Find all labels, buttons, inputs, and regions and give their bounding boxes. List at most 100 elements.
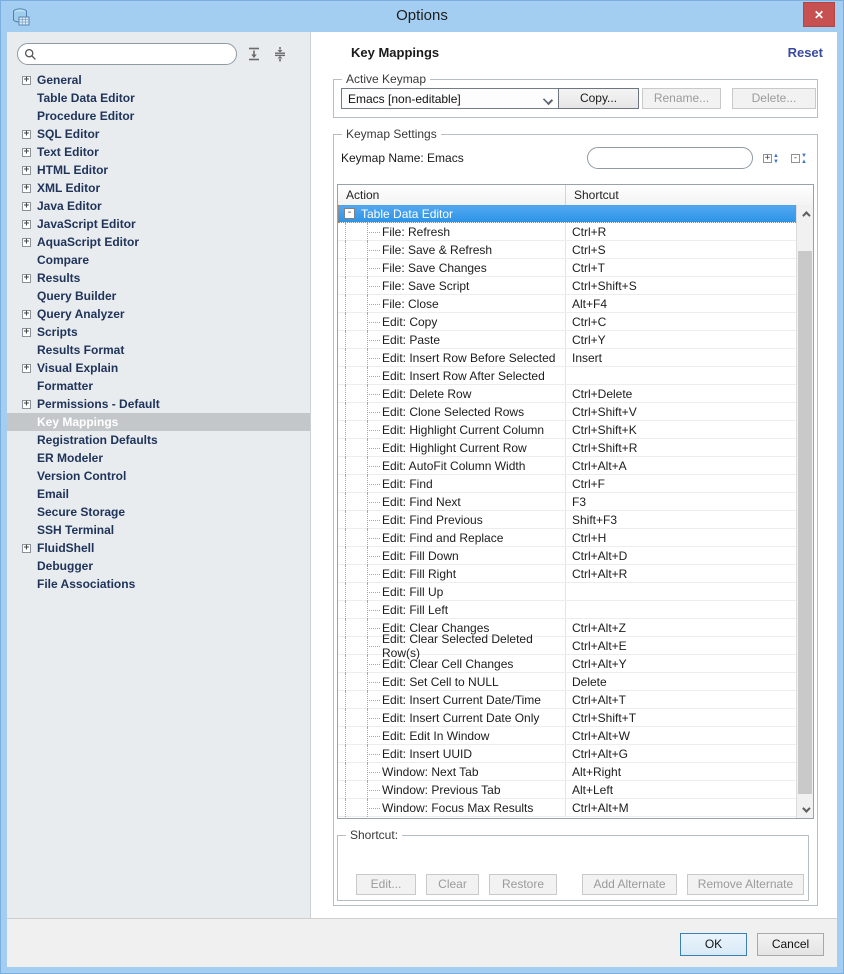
ok-button[interactable]: OK: [680, 933, 747, 956]
add-alternate-button[interactable]: Add Alternate: [582, 874, 677, 895]
sidebar-item-html-editor[interactable]: + HTML Editor: [7, 161, 310, 179]
sidebar-item-query-builder[interactable]: +Query Builder: [7, 287, 310, 305]
expand-nodes-icon[interactable]: + ▲ ▼: [763, 150, 783, 167]
edit-shortcut-button[interactable]: Edit...: [356, 874, 416, 895]
sidebar-item-general[interactable]: + General: [7, 71, 310, 89]
restore-shortcut-button[interactable]: Restore: [489, 874, 557, 895]
table-row-edit-set-cell-to-null[interactable]: Edit: Set Cell to NULL Delete: [338, 673, 796, 691]
plus-expander-icon[interactable]: +: [22, 399, 31, 409]
sidebar-item-version-control[interactable]: +Version Control: [7, 467, 310, 485]
minus-expander-icon[interactable]: -: [344, 208, 355, 219]
vertical-scrollbar[interactable]: [796, 205, 813, 818]
plus-expander-icon[interactable]: +: [22, 543, 31, 553]
copy-button[interactable]: Copy...: [558, 88, 639, 109]
sidebar-item-javascript-editor[interactable]: + JavaScript Editor: [7, 215, 310, 233]
close-button[interactable]: ✕: [803, 2, 835, 27]
sidebar-item-text-editor[interactable]: + Text Editor: [7, 143, 310, 161]
table-row-file-refresh[interactable]: File: Refresh Ctrl+R: [338, 223, 796, 241]
reset-link[interactable]: Reset: [788, 45, 823, 60]
sidebar-item-file-associations[interactable]: +File Associations: [7, 575, 310, 593]
table-row-edit-insert-current-date-time[interactable]: Edit: Insert Current Date/Time Ctrl+Alt+T: [338, 691, 796, 709]
keymap-search[interactable]: [587, 147, 757, 169]
plus-expander-icon[interactable]: +: [22, 363, 31, 373]
plus-expander-icon[interactable]: +: [22, 75, 31, 85]
table-row-edit-find-previous[interactable]: Edit: Find Previous Shift+F3: [338, 511, 796, 529]
plus-expander-icon[interactable]: +: [22, 147, 31, 157]
sidebar-item-formatter[interactable]: +Formatter: [7, 377, 310, 395]
table-row-edit-fill-left[interactable]: Edit: Fill Left: [338, 601, 796, 619]
table-row-edit-edit-in-window[interactable]: Edit: Edit In Window Ctrl+Alt+W: [338, 727, 796, 745]
sidebar-search-input[interactable]: [41, 46, 236, 62]
sidebar-item-registration-defaults[interactable]: +Registration Defaults: [7, 431, 310, 449]
table-row-edit-find-next[interactable]: Edit: Find Next F3: [338, 493, 796, 511]
table-row-edit-insert-current-date-only[interactable]: Edit: Insert Current Date Only Ctrl+Shift…: [338, 709, 796, 727]
sidebar-item-query-analyzer[interactable]: + Query Analyzer: [7, 305, 310, 323]
table-row-file-save-changes[interactable]: File: Save Changes Ctrl+T: [338, 259, 796, 277]
sidebar-item-fluidshell[interactable]: + FluidShell: [7, 539, 310, 557]
table-row-window-previous-tab[interactable]: Window: Previous Tab Alt+Left: [338, 781, 796, 799]
column-header-shortcut[interactable]: Shortcut: [565, 185, 813, 205]
plus-expander-icon[interactable]: +: [22, 327, 31, 337]
sidebar-search[interactable]: [17, 43, 237, 65]
active-keymap-select[interactable]: Emacs [non-editable]: [341, 88, 559, 109]
sidebar-item-visual-explain[interactable]: + Visual Explain: [7, 359, 310, 377]
table-row-edit-insert-row-before-selected[interactable]: Edit: Insert Row Before Selected Insert: [338, 349, 796, 367]
table-row-edit-paste[interactable]: Edit: Paste Ctrl+Y: [338, 331, 796, 349]
table-row-edit-clear-cell-changes[interactable]: Edit: Clear Cell Changes Ctrl+Alt+Y: [338, 655, 796, 673]
sidebar-item-ssh-terminal[interactable]: +SSH Terminal: [7, 521, 310, 539]
table-row-file-close[interactable]: File: Close Alt+F4: [338, 295, 796, 313]
sidebar-item-results[interactable]: + Results: [7, 269, 310, 287]
table-row-edit-fill-down[interactable]: Edit: Fill Down Ctrl+Alt+D: [338, 547, 796, 565]
table-row-window-focus-max-results[interactable]: Window: Focus Max Results Ctrl+Alt+M: [338, 799, 796, 817]
delete-button[interactable]: Delete...: [732, 88, 816, 109]
sidebar-item-debugger[interactable]: +Debugger: [7, 557, 310, 575]
collapse-all-icon[interactable]: [271, 45, 289, 63]
table-row-edit-copy[interactable]: Edit: Copy Ctrl+C: [338, 313, 796, 331]
table-row-file-save-script[interactable]: File: Save Script Ctrl+Shift+S: [338, 277, 796, 295]
sidebar-item-secure-storage[interactable]: +Secure Storage: [7, 503, 310, 521]
table-row-file-save-refresh[interactable]: File: Save & Refresh Ctrl+S: [338, 241, 796, 259]
plus-expander-icon[interactable]: +: [22, 273, 31, 283]
table-row-edit-find[interactable]: Edit: Find Ctrl+F: [338, 475, 796, 493]
table-row-edit-clear-selected-deleted-row-s[interactable]: Edit: Clear Selected Deleted Row(s) Ctrl+…: [338, 632, 796, 660]
scrollbar-thumb[interactable]: [798, 251, 812, 794]
table-row-edit-fill-up[interactable]: Edit: Fill Up: [338, 583, 796, 601]
table-row-edit-autofit-column-width[interactable]: Edit: AutoFit Column Width Ctrl+Alt+A: [338, 457, 796, 475]
sidebar-item-procedure-editor[interactable]: +Procedure Editor: [7, 107, 310, 125]
table-row-edit-highlight-current-column[interactable]: Edit: Highlight Current Column Ctrl+Shift…: [338, 421, 796, 439]
plus-expander-icon[interactable]: +: [22, 201, 31, 211]
sidebar-item-aquascript-editor[interactable]: + AquaScript Editor: [7, 233, 310, 251]
table-row-edit-insert-row-after-selected[interactable]: Edit: Insert Row After Selected: [338, 367, 796, 385]
rename-button[interactable]: Rename...: [642, 88, 721, 109]
sidebar-item-sql-editor[interactable]: + SQL Editor: [7, 125, 310, 143]
scroll-down-button[interactable]: [797, 801, 813, 818]
scroll-up-button[interactable]: [797, 205, 813, 222]
sidebar-item-compare[interactable]: +Compare: [7, 251, 310, 269]
cancel-button[interactable]: Cancel: [757, 933, 824, 956]
clear-shortcut-button[interactable]: Clear: [426, 874, 479, 895]
expand-all-icon[interactable]: [245, 45, 263, 63]
table-row-edit-clone-selected-rows[interactable]: Edit: Clone Selected Rows Ctrl+Shift+V: [338, 403, 796, 421]
plus-expander-icon[interactable]: +: [22, 309, 31, 319]
sidebar-item-xml-editor[interactable]: + XML Editor: [7, 179, 310, 197]
plus-expander-icon[interactable]: +: [22, 237, 31, 247]
sidebar-item-table-data-editor[interactable]: +Table Data Editor: [7, 89, 310, 107]
sidebar-item-email[interactable]: +Email: [7, 485, 310, 503]
keymap-search-input[interactable]: [598, 150, 757, 166]
plus-expander-icon[interactable]: +: [22, 219, 31, 229]
plus-expander-icon[interactable]: +: [22, 165, 31, 175]
plus-expander-icon[interactable]: +: [22, 129, 31, 139]
collapse-nodes-icon[interactable]: - ▼ ▲: [791, 150, 811, 167]
table-row-edit-fill-right[interactable]: Edit: Fill Right Ctrl+Alt+R: [338, 565, 796, 583]
table-row-edit-delete-row[interactable]: Edit: Delete Row Ctrl+Delete: [338, 385, 796, 403]
remove-alternate-button[interactable]: Remove Alternate: [687, 874, 804, 895]
table-row-window-next-tab[interactable]: Window: Next Tab Alt+Right: [338, 763, 796, 781]
plus-expander-icon[interactable]: +: [22, 183, 31, 193]
column-header-action[interactable]: Action: [338, 185, 565, 205]
table-row-group[interactable]: - Table Data Editor: [338, 205, 796, 223]
table-row-edit-find-and-replace[interactable]: Edit: Find and Replace Ctrl+H: [338, 529, 796, 547]
sidebar-item-key-mappings[interactable]: +Key Mappings: [7, 413, 310, 431]
sidebar-item-permissions-default[interactable]: + Permissions - Default: [7, 395, 310, 413]
sidebar-item-er-modeler[interactable]: +ER Modeler: [7, 449, 310, 467]
sidebar-item-results-format[interactable]: +Results Format: [7, 341, 310, 359]
